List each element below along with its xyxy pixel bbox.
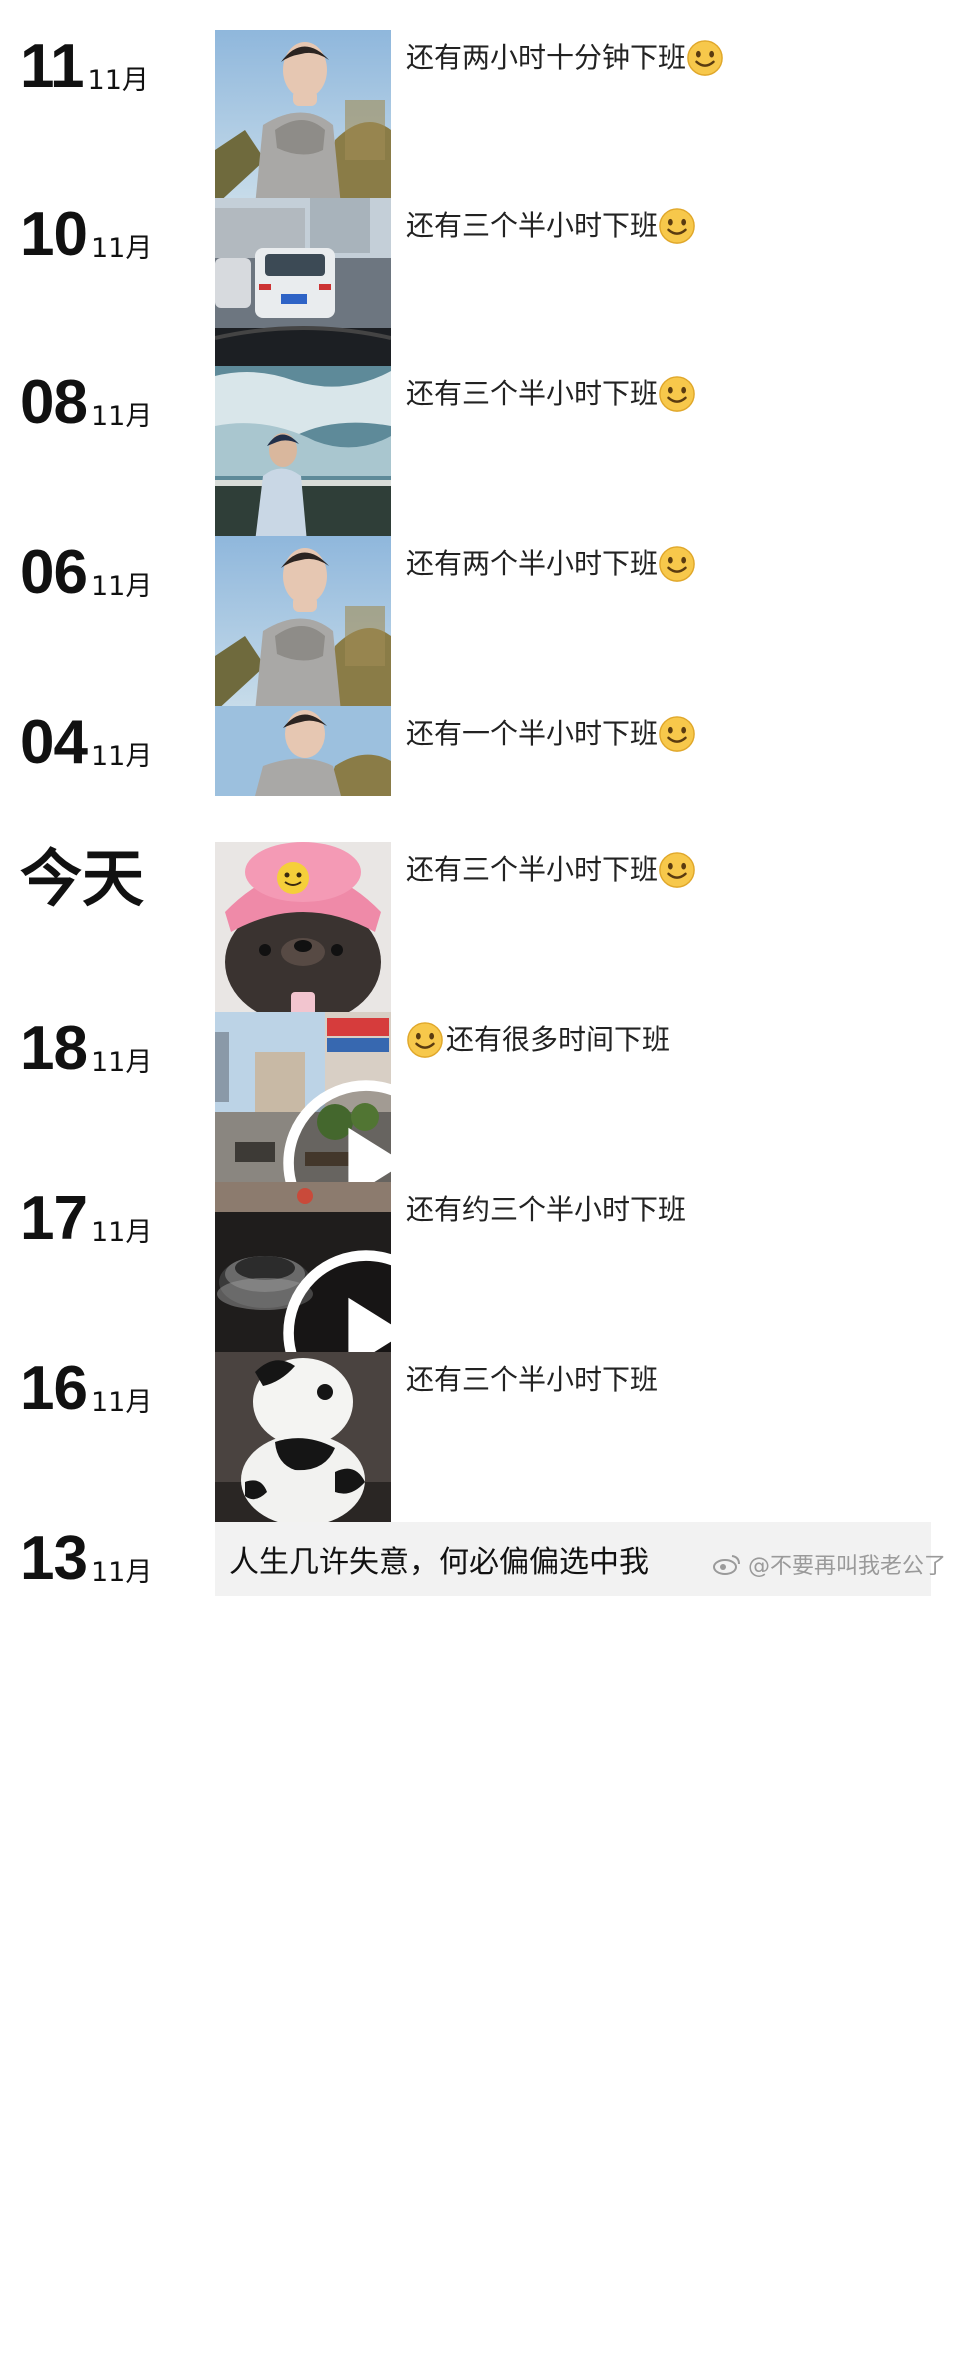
post-date: 18 11月 <box>20 1014 152 1084</box>
post-date: 17 11月 <box>20 1184 152 1254</box>
smile-emoji-icon <box>658 375 696 413</box>
post-date: 16 11月 <box>20 1354 152 1424</box>
weibo-icon <box>712 1555 740 1575</box>
watermark: @不要再叫我老公了 <box>712 1548 946 1580</box>
post-photo-thumbnail[interactable] <box>215 1352 391 1528</box>
post-caption: 还有三个半小时下班 <box>406 374 696 414</box>
post-item[interactable]: 06 11月 还有两个半小时下班 <box>0 536 960 716</box>
post-day: 今天 <box>20 842 145 915</box>
post-month: 11月 <box>90 741 153 772</box>
post-photo-thumbnail[interactable] <box>215 366 391 542</box>
caption-text: 还有两小时十分钟下班 <box>406 41 687 74</box>
post-month: 11月 <box>90 1557 153 1588</box>
post-item[interactable]: 16 11月 还有三个半小时下班 <box>0 1352 960 1532</box>
post-caption: 还有很多时间下班 <box>406 1020 670 1060</box>
smile-emoji-icon <box>658 207 696 245</box>
caption-text: 还有一个半小时下班 <box>406 717 659 750</box>
post-photo-thumbnail[interactable] <box>215 842 391 1018</box>
post-photo-thumbnail[interactable] <box>215 536 391 712</box>
play-icon[interactable] <box>278 1075 391 1188</box>
post-day: 18 <box>20 1014 88 1083</box>
bear-photo <box>215 842 391 1018</box>
smile-emoji-icon <box>658 545 696 583</box>
smile-emoji-icon <box>658 715 696 753</box>
car-traffic-photo <box>215 198 391 374</box>
man-portrait-photo <box>215 706 391 796</box>
post-date: 08 11月 <box>20 368 152 438</box>
caption-text: 还有约三个半小时下班 <box>406 1193 687 1226</box>
post-day: 08 <box>20 368 88 437</box>
post-date: 11 11月 <box>20 32 149 102</box>
smile-emoji-icon <box>406 1021 444 1059</box>
post-day: 17 <box>20 1184 88 1253</box>
smile-emoji-icon <box>658 851 696 889</box>
post-video-thumbnail[interactable] <box>215 1012 391 1188</box>
post-date: 今天 <box>20 844 144 914</box>
post-photo-thumbnail[interactable] <box>215 30 391 206</box>
post-month: 11月 <box>90 1387 153 1418</box>
post-item[interactable]: 今天 还有三个半小时下班 <box>0 842 960 1022</box>
post-caption: 还有三个半小时下班 <box>406 850 696 890</box>
post-caption: 还有三个半小时下班 <box>406 206 696 246</box>
caption-text: 还有很多时间下班 <box>446 1023 671 1056</box>
post-video-thumbnail[interactable] <box>215 1182 391 1358</box>
man-portrait-photo <box>215 30 391 206</box>
post-caption: 还有两小时十分钟下班 <box>406 38 724 78</box>
post-item[interactable]: 18 11月 还有很多时间下班 <box>0 1012 960 1192</box>
post-month: 11月 <box>90 571 153 602</box>
post-month: 11月 <box>90 1217 153 1248</box>
post-item[interactable]: 17 11月 还有约三个半小时下班 <box>0 1182 960 1362</box>
post-date: 13 11月 <box>20 1524 152 1594</box>
post-caption: 还有一个半小时下班 <box>406 714 696 754</box>
caption-text: 还有三个半小时下班 <box>406 209 659 242</box>
post-date: 06 11月 <box>20 538 152 608</box>
post-day: 04 <box>20 708 88 777</box>
post-date: 10 11月 <box>20 200 152 270</box>
post-day: 06 <box>20 538 88 607</box>
smile-emoji-icon <box>686 39 724 77</box>
play-icon[interactable] <box>278 1245 391 1358</box>
caption-text: 人生几许失意，何必偏偏选中我 <box>229 1545 649 1580</box>
post-item[interactable]: 10 11月 还有三个半小时下班 <box>0 198 960 378</box>
post-date: 04 11月 <box>20 708 152 778</box>
post-day: 13 <box>20 1524 88 1593</box>
moments-feed: 11 11月 还有两小时十分钟下班 10 11月 还有三个半小时下班 08 11… <box>0 0 960 2360</box>
caption-text: 还有三个半小时下班 <box>406 1363 659 1396</box>
post-day: 10 <box>20 200 88 269</box>
post-item[interactable]: 08 11月 还有三个半小时下班 <box>0 366 960 546</box>
post-photo-thumbnail[interactable] <box>215 706 391 796</box>
man-portrait-photo <box>215 536 391 712</box>
post-month: 11月 <box>87 65 149 96</box>
cow-figurine-photo <box>215 1352 391 1528</box>
watermark-text: @不要再叫我老公了 <box>747 1554 946 1579</box>
post-day: 16 <box>20 1354 88 1423</box>
caption-text: 还有三个半小时下班 <box>406 377 659 410</box>
post-caption: 还有两个半小时下班 <box>406 544 696 584</box>
caption-text: 还有三个半小时下班 <box>406 853 659 886</box>
post-caption: 还有约三个半小时下班 <box>406 1190 686 1230</box>
post-photo-thumbnail[interactable] <box>215 198 391 374</box>
post-month: 11月 <box>90 233 153 264</box>
man-sky-photo <box>215 366 391 542</box>
post-month: 11月 <box>90 401 153 432</box>
post-day: 11 <box>20 32 85 101</box>
post-month: 11月 <box>90 1047 153 1078</box>
caption-text: 还有两个半小时下班 <box>406 547 659 580</box>
post-item[interactable]: 11 11月 还有两小时十分钟下班 <box>0 30 960 210</box>
post-caption: 还有三个半小时下班 <box>406 1360 658 1400</box>
